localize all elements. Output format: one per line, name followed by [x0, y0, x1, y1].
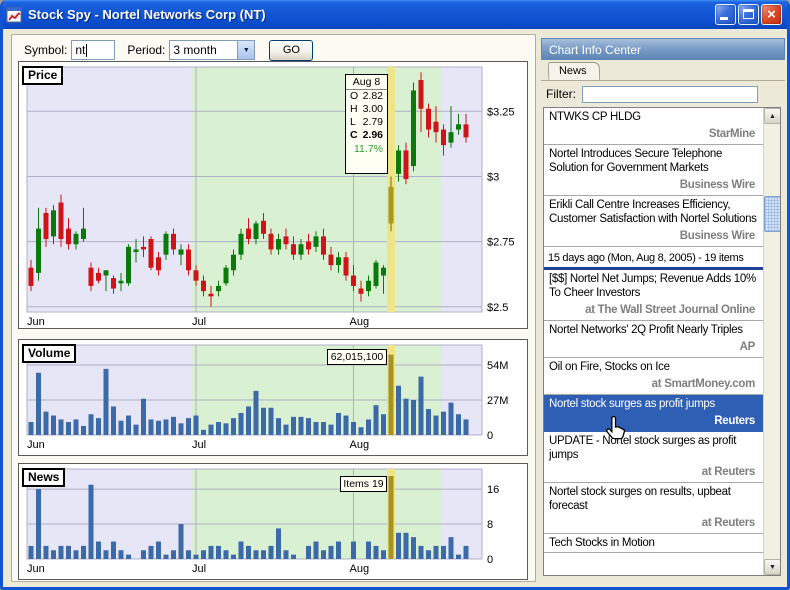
news-item[interactable]: Tech Stocks in Motion — [544, 534, 763, 553]
news-item-source: Business Wire — [549, 226, 758, 244]
info-panel-header: Chart Info Center — [541, 38, 785, 60]
filter-row: Filter: — [541, 84, 785, 104]
symbol-label: Symbol: — [24, 43, 67, 57]
svg-text:$3.25: $3.25 — [487, 106, 515, 118]
text-caret — [86, 44, 87, 57]
chart-area: Symbol: nt Period: 3 month ▼ GO Price Au… — [11, 34, 536, 582]
news-item-headline: Nortel stock surges on results, upbeat f… — [549, 485, 758, 513]
volume-panel: Volume 62,015,100 54M 27M 0 Jun Jul Aug — [18, 339, 528, 456]
svg-text:8: 8 — [487, 519, 493, 531]
news-item-source: Business Wire — [549, 175, 758, 193]
svg-text:$2.75: $2.75 — [487, 237, 515, 249]
minimize-button[interactable] — [715, 4, 736, 25]
close-button[interactable]: × — [761, 4, 782, 25]
news-item[interactable]: NTWKS CP HLDGStarMine — [544, 108, 763, 145]
price-panel: Price Aug 8 O2.82 H3.00 L2.79 C2.96 11.7… — [18, 61, 528, 329]
svg-text:Jul: Jul — [192, 439, 206, 451]
scroll-thumb[interactable] — [764, 196, 781, 232]
scroll-up-button[interactable]: ▲ — [764, 108, 781, 124]
info-panel: Chart Info Center News Filter: NTWKS CP … — [541, 34, 785, 582]
svg-text:$3: $3 — [487, 171, 499, 183]
news-chart-panel: News Items 19 16 8 0 Jun Jul Aug — [18, 463, 528, 580]
news-item-source: AP — [549, 337, 758, 355]
news-tooltip: Items 19 — [340, 476, 387, 492]
news-item[interactable]: Nortel Networks' 2Q Profit Nearly Triple… — [544, 321, 763, 358]
svg-text:Jun: Jun — [27, 316, 45, 328]
svg-text:Jun: Jun — [27, 439, 45, 451]
scroll-down-button[interactable]: ▼ — [764, 559, 781, 575]
volume-chart[interactable]: 54M 27M 0 Jun Jul Aug — [19, 340, 527, 455]
news-item[interactable]: [$$] Nortel Net Jumps; Revenue Adds 10% … — [544, 270, 763, 321]
price-tooltip: Aug 8 O2.82 H3.00 L2.79 C2.96 11.7% — [345, 74, 388, 174]
maximize-button[interactable] — [738, 4, 759, 25]
period-label: Period: — [127, 43, 165, 57]
news-item-headline: Oil on Fire, Stocks on Ice — [549, 360, 758, 374]
news-item-headline: Erikli Call Centre Increases Efficiency,… — [549, 198, 758, 226]
svg-text:Jul: Jul — [192, 316, 206, 328]
news-item-source: Reuters — [549, 411, 758, 429]
go-button[interactable]: GO — [269, 40, 313, 61]
symbol-input[interactable]: nt — [71, 40, 115, 60]
news-item[interactable]: Erikli Call Centre Increases Efficiency,… — [544, 196, 763, 247]
hand-cursor-icon — [601, 414, 627, 444]
news-item-headline: UPDATE - Nortel stock surges as profit j… — [549, 434, 758, 462]
svg-text:0: 0 — [487, 430, 493, 442]
news-chart[interactable]: 16 8 0 Jun Jul Aug — [19, 464, 527, 579]
news-item-source: at Reuters — [549, 513, 758, 531]
filter-label: Filter: — [546, 87, 576, 101]
news-list: NTWKS CP HLDGStarMineNortel Introduces S… — [543, 107, 781, 576]
period-select[interactable]: 3 month ▼ — [169, 40, 255, 60]
volume-chart-label: Volume — [22, 344, 76, 363]
svg-text:0: 0 — [487, 554, 493, 566]
news-item[interactable]: Nortel stock surges as profit jumpsReute… — [544, 395, 763, 432]
news-item-source: StarMine — [549, 124, 758, 142]
app-window: Stock Spy - Nortel Networks Corp (NT) × … — [0, 0, 790, 590]
news-separator: 15 days ago (Mon, Aug 8, 2005) - 19 item… — [544, 247, 763, 270]
news-item-headline: [$$] Nortel Net Jumps; Revenue Adds 10% … — [549, 272, 758, 300]
filter-input[interactable] — [582, 86, 758, 103]
titlebar[interactable]: Stock Spy - Nortel Networks Corp (NT) × — [0, 0, 790, 29]
svg-text:54M: 54M — [487, 360, 508, 372]
news-item-source: at SmartMoney.com — [549, 374, 758, 392]
news-item-headline: NTWKS CP HLDG — [549, 110, 758, 124]
volume-tooltip: 62,015,100 — [327, 349, 387, 365]
tab-row: News — [541, 62, 785, 81]
svg-text:16: 16 — [487, 484, 499, 496]
news-item[interactable]: Nortel stock surges on results, upbeat f… — [544, 483, 763, 534]
svg-text:Jul: Jul — [192, 563, 206, 575]
news-item[interactable]: UPDATE - Nortel stock surges as profit j… — [544, 432, 763, 483]
tab-news[interactable]: News — [548, 62, 600, 80]
price-chart-label: Price — [22, 66, 63, 85]
news-item[interactable]: Oil on Fire, Stocks on Iceat SmartMoney.… — [544, 358, 763, 395]
news-list-items: NTWKS CP HLDGStarMineNortel Introduces S… — [544, 108, 763, 553]
svg-text:Aug: Aug — [350, 316, 370, 328]
news-item-headline: Nortel Introduces Secure Telephone Solut… — [549, 147, 758, 175]
chevron-down-icon[interactable]: ▼ — [237, 41, 254, 59]
news-item-headline: Tech Stocks in Motion — [549, 536, 758, 550]
svg-text:27M: 27M — [487, 395, 508, 407]
news-item-headline: Nortel Networks' 2Q Profit Nearly Triple… — [549, 323, 758, 337]
news-item[interactable]: Nortel Introduces Secure Telephone Solut… — [544, 145, 763, 196]
news-item-source: at The Wall Street Journal Online — [549, 300, 758, 318]
svg-text:$2.5: $2.5 — [487, 302, 508, 314]
news-scrollbar[interactable]: ▲ ▼ — [763, 108, 780, 575]
news-chart-label: News — [22, 468, 65, 487]
svg-text:Aug: Aug — [350, 563, 370, 575]
svg-text:Jun: Jun — [27, 563, 45, 575]
news-item-source: at Reuters — [549, 462, 758, 480]
news-item-headline: Nortel stock surges as profit jumps — [549, 397, 758, 411]
svg-text:Aug: Aug — [350, 439, 370, 451]
app-icon — [6, 7, 23, 23]
window-title: Stock Spy - Nortel Networks Corp (NT) — [28, 7, 715, 22]
price-chart[interactable]: $3.25 $3 $2.75 $2.5 Jun Jul Aug — [19, 62, 527, 328]
